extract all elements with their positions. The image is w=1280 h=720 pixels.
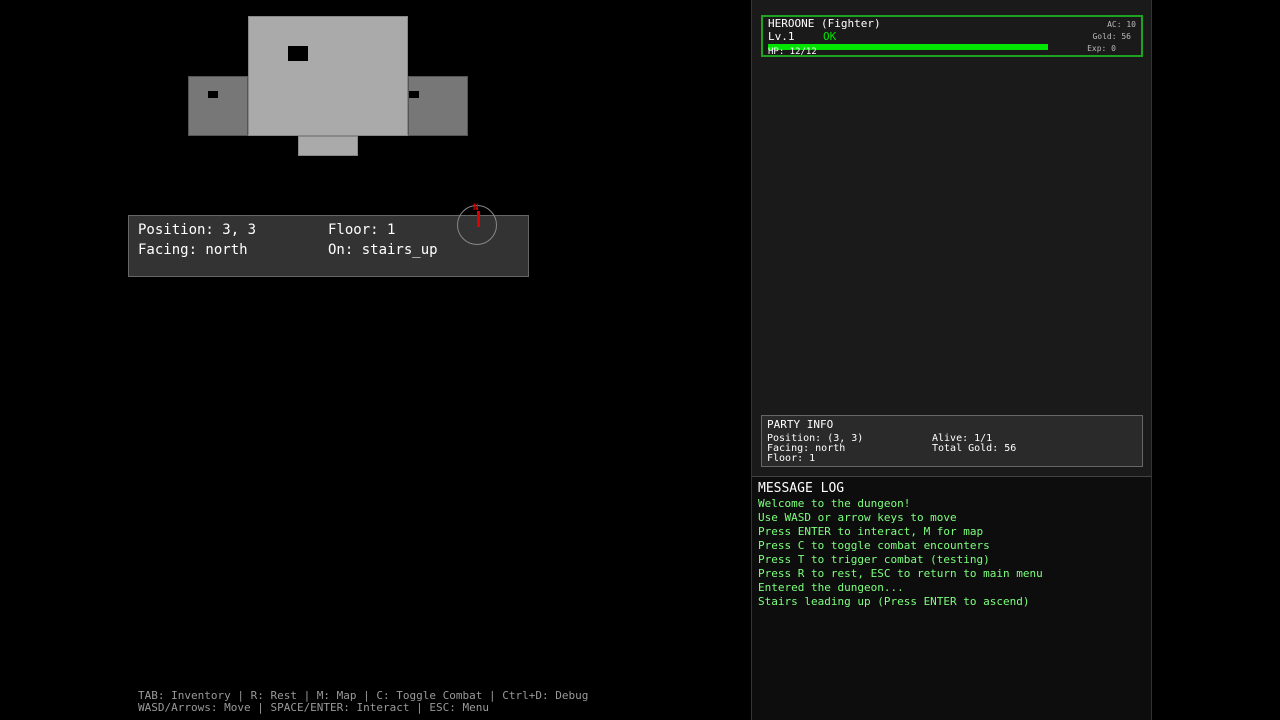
character-status: OK xyxy=(823,30,837,43)
left-wall-slot xyxy=(208,91,218,98)
facing-text: Facing: north xyxy=(138,242,248,258)
character-name: HEROONE (Fighter) xyxy=(768,17,881,30)
party-total-gold: Total Gold: 56 xyxy=(932,443,1017,454)
party-info-box: PARTY INFO Position: (3, 3) Facing: nort… xyxy=(761,415,1143,467)
dungeon-view xyxy=(0,0,750,200)
log-line: Press R to rest, ESC to return to main m… xyxy=(758,567,1043,580)
right-wall xyxy=(408,76,468,136)
log-line: Entered the dungeon... xyxy=(758,581,904,594)
armor-class: AC: 10 xyxy=(1107,20,1136,29)
floor-text: Floor: 1 xyxy=(328,222,396,238)
gold-amount: Gold: 56 xyxy=(1092,32,1131,41)
log-line: Stairs leading up (Press ENTER to ascend… xyxy=(758,595,1030,608)
right-wall-slot xyxy=(409,91,419,98)
character-level: Lv.1 xyxy=(768,30,795,43)
compass-needle xyxy=(477,211,480,227)
floor-tile xyxy=(298,136,358,156)
party-info-title: PARTY INFO xyxy=(767,418,834,431)
compass-icon: N xyxy=(457,203,497,245)
party-floor: Floor: 1 xyxy=(767,453,816,464)
log-line: Use WASD or arrow keys to move xyxy=(758,511,957,524)
experience: Exp: 0 xyxy=(1087,44,1116,53)
message-log-title: MESSAGE LOG xyxy=(758,481,845,496)
character-card[interactable]: HEROONE (Fighter) Lv.1 OK HP: 12/12 AC: … xyxy=(761,15,1143,57)
log-line: Press C to toggle combat encounters xyxy=(758,539,990,552)
log-line: Welcome to the dungeon! xyxy=(758,497,911,510)
hp-text: HP: 12/12 xyxy=(768,47,817,57)
controls-help-line-2: WASD/Arrows: Move | SPACE/ENTER: Interac… xyxy=(138,701,489,714)
left-wall xyxy=(188,76,248,136)
message-log[interactable]: MESSAGE LOG Welcome to the dungeon! Use … xyxy=(751,476,1152,720)
log-line: Press ENTER to interact, M for map xyxy=(758,525,984,538)
position-text: Position: 3, 3 xyxy=(138,222,257,238)
log-line: Press T to trigger combat (testing) xyxy=(758,553,990,566)
wall-window xyxy=(288,46,308,61)
tile-text: On: stairs_up xyxy=(328,242,438,258)
front-wall xyxy=(248,16,408,136)
